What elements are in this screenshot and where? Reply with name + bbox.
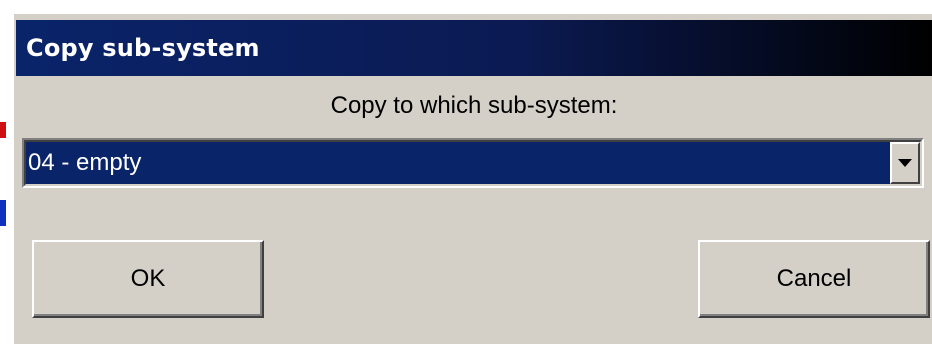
ok-button[interactable]: OK [32, 240, 264, 318]
background-window-blue-mark [0, 200, 6, 226]
background-window-edge [0, 0, 12, 344]
subsystem-select-value[interactable]: 04 - empty [26, 142, 890, 184]
subsystem-select[interactable]: 04 - empty [22, 138, 924, 188]
dialog-titlebar[interactable]: Copy sub-system [16, 20, 932, 76]
copy-subsystem-dialog: Copy sub-system Copy to which sub-system… [12, 12, 932, 344]
background-window-red-mark [0, 122, 6, 138]
chevron-down-icon [898, 159, 912, 167]
cancel-button[interactable]: Cancel [698, 240, 930, 318]
subsystem-dropdown-button[interactable] [890, 142, 920, 184]
copy-prompt-label: Copy to which sub-system: [330, 92, 618, 119]
subsystem-select-field[interactable]: 04 - empty [24, 140, 922, 186]
dialog-title: Copy sub-system [26, 34, 260, 62]
